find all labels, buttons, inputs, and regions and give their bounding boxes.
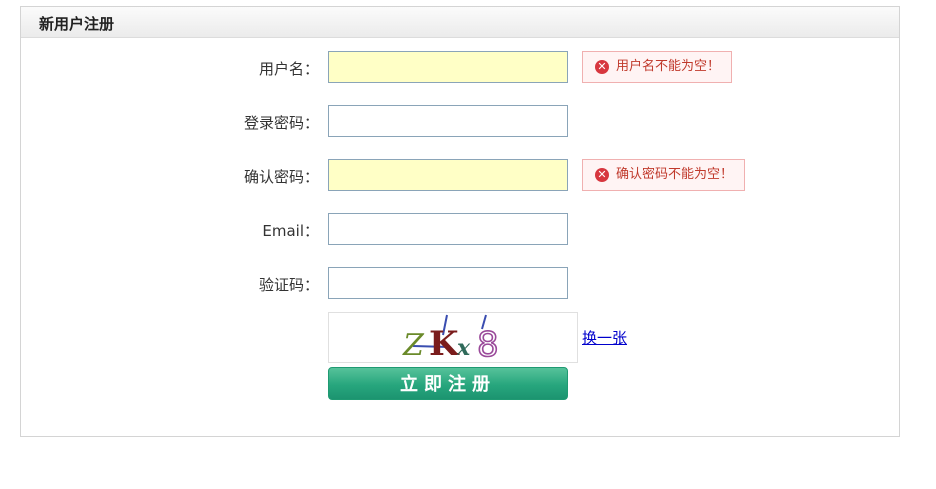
username-label: 用户名： bbox=[258, 60, 319, 78]
email-row: Email： bbox=[21, 213, 899, 247]
captcha-char: x bbox=[456, 335, 471, 361]
username-error-text: 用户名不能为空！ bbox=[616, 59, 721, 74]
panel-title: 新用户注册 bbox=[39, 15, 115, 33]
password-input[interactable] bbox=[328, 105, 568, 137]
confirm-password-error-text: 确认密码不能为空！ bbox=[616, 167, 734, 182]
captcha-char: 8 bbox=[477, 325, 499, 362]
username-row: 用户名： ✕ 用户名不能为空！ bbox=[21, 51, 899, 85]
registration-panel: 新用户注册 用户名： ✕ 用户名不能为空！ 登录密码： 确认密码： ✕ 确认密码… bbox=[20, 6, 900, 437]
email-label: Email： bbox=[262, 222, 319, 240]
username-error: ✕ 用户名不能为空！ bbox=[582, 51, 733, 83]
confirm-password-label: 确认密码： bbox=[243, 168, 319, 186]
captcha-input[interactable] bbox=[328, 267, 568, 299]
confirm-password-input[interactable] bbox=[328, 159, 568, 191]
submit-button[interactable]: 立即注册 bbox=[328, 367, 568, 400]
password-label: 登录密码： bbox=[243, 114, 319, 132]
captcha-char: K bbox=[429, 324, 460, 362]
captcha-row: 验证码： bbox=[21, 267, 899, 301]
error-circle-x-icon: ✕ bbox=[595, 60, 609, 74]
panel-header: 新用户注册 bbox=[21, 7, 899, 38]
password-row: 登录密码： bbox=[21, 105, 899, 139]
captcha-image[interactable]: Z K x 8 bbox=[328, 312, 578, 366]
email-input[interactable] bbox=[328, 213, 568, 245]
confirm-password-row: 确认密码： ✕ 确认密码不能为空！ bbox=[21, 159, 899, 193]
username-input[interactable] bbox=[328, 51, 568, 83]
captcha-graphic: Z K x 8 bbox=[402, 314, 499, 366]
confirm-password-error: ✕ 确认密码不能为空！ bbox=[582, 159, 746, 191]
captcha-char: Z bbox=[402, 328, 425, 362]
captcha-label: 验证码： bbox=[258, 276, 319, 294]
error-circle-x-icon: ✕ bbox=[595, 168, 609, 182]
refresh-captcha-link[interactable]: 换一张 bbox=[582, 327, 627, 348]
